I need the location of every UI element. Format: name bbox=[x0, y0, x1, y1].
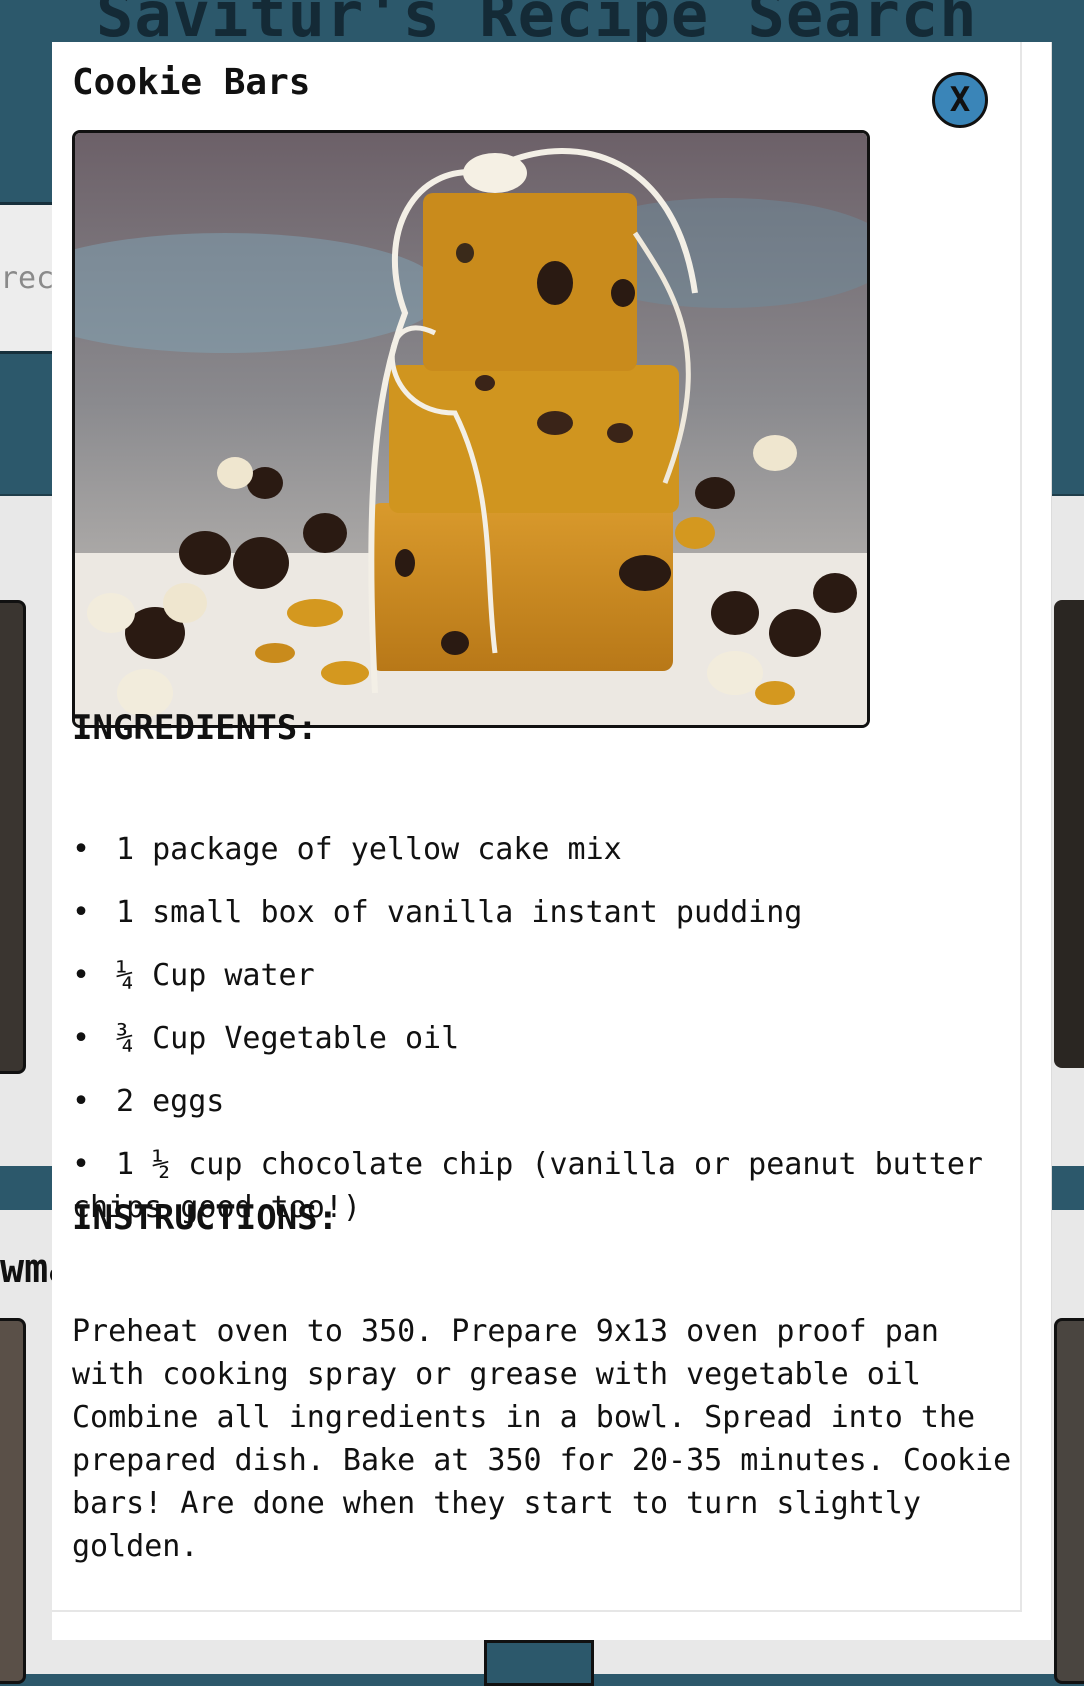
ingredient-item: 1 package of yellow cake mix bbox=[72, 828, 1002, 871]
recipe-card[interactable] bbox=[1054, 1318, 1084, 1684]
ingredient-item: ¼ Cup water bbox=[72, 954, 1002, 997]
ingredients-list: 1 package of yellow cake mix 1 small box… bbox=[72, 828, 1002, 1249]
recipe-card[interactable] bbox=[1054, 600, 1084, 1068]
ingredient-item: 2 eggs bbox=[72, 1080, 1002, 1123]
cookie-bars-photo bbox=[75, 133, 867, 725]
recipe-card[interactable] bbox=[0, 600, 26, 1074]
recipe-card[interactable] bbox=[0, 1318, 26, 1684]
ingredient-item: 1 small box of vanilla instant pudding bbox=[72, 891, 1002, 934]
ingredient-item: ¾ Cup Vegetable oil bbox=[72, 1017, 1002, 1060]
search-placeholder: rec bbox=[0, 261, 55, 296]
recipe-image bbox=[72, 130, 870, 728]
ingredients-heading: INGREDIENTS: bbox=[72, 708, 318, 748]
recipe-modal: Cookie Bars X INGREDIENTS: • 1 package o… bbox=[52, 42, 1052, 1640]
recipe-title: Cookie Bars bbox=[72, 62, 311, 103]
close-button[interactable]: X bbox=[932, 72, 988, 128]
instructions-text: Preheat oven to 350. Prepare 9x13 oven p… bbox=[72, 1314, 1012, 1564]
recipe-modal-body: Cookie Bars X INGREDIENTS: • 1 package o… bbox=[52, 42, 1022, 1612]
instructions-heading: INSTRUCTIONS: bbox=[72, 1198, 339, 1238]
recipe-card-button[interactable] bbox=[484, 1640, 594, 1686]
